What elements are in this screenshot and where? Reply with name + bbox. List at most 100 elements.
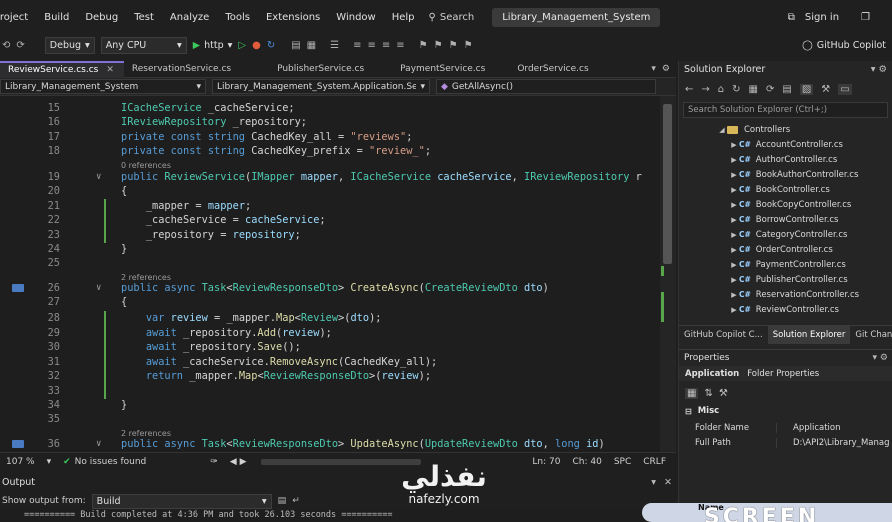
uncomment-icon[interactable]: ≡: [396, 40, 404, 51]
menu-build[interactable]: Build: [36, 12, 77, 23]
expand-caret-icon[interactable]: ▶: [729, 291, 739, 299]
panel-options-icon[interactable]: ▾ ⚙: [871, 64, 887, 75]
clear-output-icon[interactable]: ▤: [278, 496, 287, 506]
brush-icon[interactable]: ✑: [204, 457, 224, 467]
platform-dropdown[interactable]: Any CPU ▾: [100, 36, 187, 54]
expand-caret-icon[interactable]: ▶: [729, 261, 739, 269]
hot-reload-icon[interactable]: ●: [252, 40, 261, 51]
project-dropdown[interactable]: Library_Management_System ▾: [0, 79, 206, 94]
code-line[interactable]: 34}: [0, 398, 676, 412]
bookmark-next-icon[interactable]: ⚑: [449, 40, 458, 51]
align-left-icon[interactable]: ≡: [353, 40, 361, 51]
code-line[interactable]: 20 {: [0, 184, 676, 198]
navigate-forward-icon[interactable]: ⟳: [16, 40, 24, 51]
tab-github-copilot-chat[interactable]: GitHub Copilot C...: [679, 326, 768, 344]
categorized-icon[interactable]: ▦: [685, 387, 699, 399]
code-line[interactable]: 35: [0, 412, 676, 426]
start-without-debugging-icon[interactable]: ▷: [238, 40, 246, 51]
word-wrap-icon[interactable]: ↵: [292, 496, 300, 506]
property-row[interactable]: Folder Name Application: [679, 420, 892, 435]
code-line[interactable]: 33: [0, 384, 676, 398]
home-icon[interactable]: ⌂: [718, 84, 724, 95]
tab-reservationservice[interactable]: ReservationService.cs: [124, 61, 241, 78]
expand-caret-icon[interactable]: ▶: [729, 276, 739, 284]
code-line[interactable]: 15 ICacheService _cacheService;: [0, 101, 676, 115]
fold-chevron-icon[interactable]: ∨: [96, 281, 101, 295]
horizontal-scrollbar[interactable]: [260, 458, 421, 465]
expand-caret-icon[interactable]: ▶: [729, 141, 739, 149]
panel-options-icon[interactable]: ▾ ⚙: [873, 353, 888, 363]
expand-caret-icon[interactable]: ▶: [729, 231, 739, 239]
tree-file-item[interactable]: ▶ C# BorrowController.cs: [679, 212, 892, 227]
code-line[interactable]: 29 await _repository.Add(review);: [0, 326, 676, 340]
property-pages-icon[interactable]: ⚒: [719, 388, 728, 399]
property-row[interactable]: Full Path D:\API2\Library_Manag: [679, 435, 892, 450]
menu-debug[interactable]: Debug: [77, 12, 126, 23]
properties-category[interactable]: ⊟ Misc: [679, 404, 892, 418]
tree-file-item[interactable]: ▶ C# CategoryController.cs: [679, 227, 892, 242]
close-icon[interactable]: ✕: [106, 65, 114, 75]
solution-configs-icon[interactable]: ▦: [307, 40, 316, 51]
comment-icon[interactable]: ≡: [382, 40, 390, 51]
code-line[interactable]: 21 _mapper = mapper;: [0, 199, 676, 213]
tree-file-item[interactable]: ▶ C# ReservationController.cs: [679, 287, 892, 302]
tree-file-item[interactable]: ▶ C# BookCopyController.cs: [679, 197, 892, 212]
scope-dropdown[interactable]: Library_Management_System.Application.Se…: [212, 79, 430, 94]
gutter-marker-icon[interactable]: [12, 284, 24, 292]
configuration-dropdown[interactable]: Debug ▾: [44, 36, 95, 54]
pending-changes-icon[interactable]: ▦: [749, 84, 758, 95]
line-ending[interactable]: CRLF: [637, 457, 676, 467]
tab-paymentservice[interactable]: PaymentService.cs: [392, 61, 495, 78]
refresh-icon[interactable]: ↻: [267, 40, 275, 51]
breakpoints-icon[interactable]: ☰: [330, 40, 339, 51]
output-pin-icon[interactable]: ▾: [651, 477, 656, 488]
tree-file-item[interactable]: ▶ C# ReviewController.cs: [679, 302, 892, 317]
gutter-marker-icon[interactable]: [12, 440, 24, 448]
member-dropdown[interactable]: ◆ GetAllAsync(): [436, 79, 656, 94]
tab-publisherservice[interactable]: PublisherService.cs: [269, 61, 374, 78]
bookmark-icon[interactable]: ⚑: [419, 40, 428, 51]
code-line[interactable]: 17 private const string CachedKey_all = "…: [0, 130, 676, 144]
code-line[interactable]: 30 await _repository.Save();: [0, 340, 676, 354]
expand-caret-icon[interactable]: ▶: [729, 246, 739, 254]
menu-test[interactable]: Test: [126, 12, 162, 23]
code-line[interactable]: 26 ∨ public async Task<ReviewResponseDto> …: [0, 281, 676, 295]
tree-file-item[interactable]: ▶ C# AccountController.cs: [679, 137, 892, 152]
expand-caret-icon[interactable]: ▶: [729, 306, 739, 314]
alphabetical-icon[interactable]: ⇅: [704, 388, 712, 399]
expand-caret-icon[interactable]: ▶: [729, 171, 739, 179]
indentation-mode[interactable]: SPC: [608, 457, 637, 467]
browse-icon[interactable]: ▤: [291, 40, 300, 51]
bookmark-clear-icon[interactable]: ⚑: [464, 40, 473, 51]
code-line[interactable]: 19 ∨ public ReviewService(IMapper mapper, …: [0, 170, 676, 184]
restore-window-icon[interactable]: ❐: [861, 12, 870, 23]
tree-file-item[interactable]: ▶ C# AuthorController.cs: [679, 152, 892, 167]
run-button[interactable]: ▶ http ▾: [193, 40, 233, 51]
tab-solution-explorer[interactable]: Solution Explorer: [767, 325, 851, 344]
expand-caret-icon[interactable]: ▶: [729, 186, 739, 194]
properties-icon[interactable]: ⚒: [821, 84, 830, 95]
fold-chevron-icon[interactable]: ∨: [96, 437, 101, 451]
solution-explorer-search[interactable]: Search Solution Explorer (Ctrl+;): [683, 102, 888, 118]
expand-caret-icon[interactable]: ▶: [729, 201, 739, 209]
menu-help[interactable]: Help: [384, 12, 423, 23]
code-line[interactable]: 22 _cacheService = cacheService;: [0, 213, 676, 227]
show-all-files-icon[interactable]: ▨: [799, 83, 814, 95]
forward-icon[interactable]: →: [701, 84, 709, 95]
issues-indicator[interactable]: ✔ No issues found: [57, 457, 152, 467]
tab-overflow-icon[interactable]: ▾: [651, 64, 656, 74]
menu-window[interactable]: Window: [328, 12, 383, 23]
navigate-back-icon[interactable]: ⟲: [2, 40, 10, 51]
tree-file-item[interactable]: ▶ C# OrderController.cs: [679, 242, 892, 257]
tree-file-item[interactable]: ▶ C# BookAuthorController.cs: [679, 167, 892, 182]
collapse-all-icon[interactable]: ▤: [782, 84, 791, 95]
refresh-icon[interactable]: ⟳: [766, 84, 774, 95]
sync-icon[interactable]: ↻: [732, 84, 740, 95]
signin-button[interactable]: ⧉ Sign in: [788, 12, 839, 23]
code-line[interactable]: 16 IReviewRepository _repository;: [0, 115, 676, 129]
code-line[interactable]: 18 private const string CachedKey_prefix …: [0, 144, 676, 158]
code-line[interactable]: 31 await _cacheService.RemoveAsync(Cache…: [0, 355, 676, 369]
nav-arrows-icon[interactable]: ◀ ▶: [224, 457, 253, 467]
tree-file-item[interactable]: ▶ C# BookController.cs: [679, 182, 892, 197]
menu-project[interactable]: Project: [0, 12, 36, 23]
